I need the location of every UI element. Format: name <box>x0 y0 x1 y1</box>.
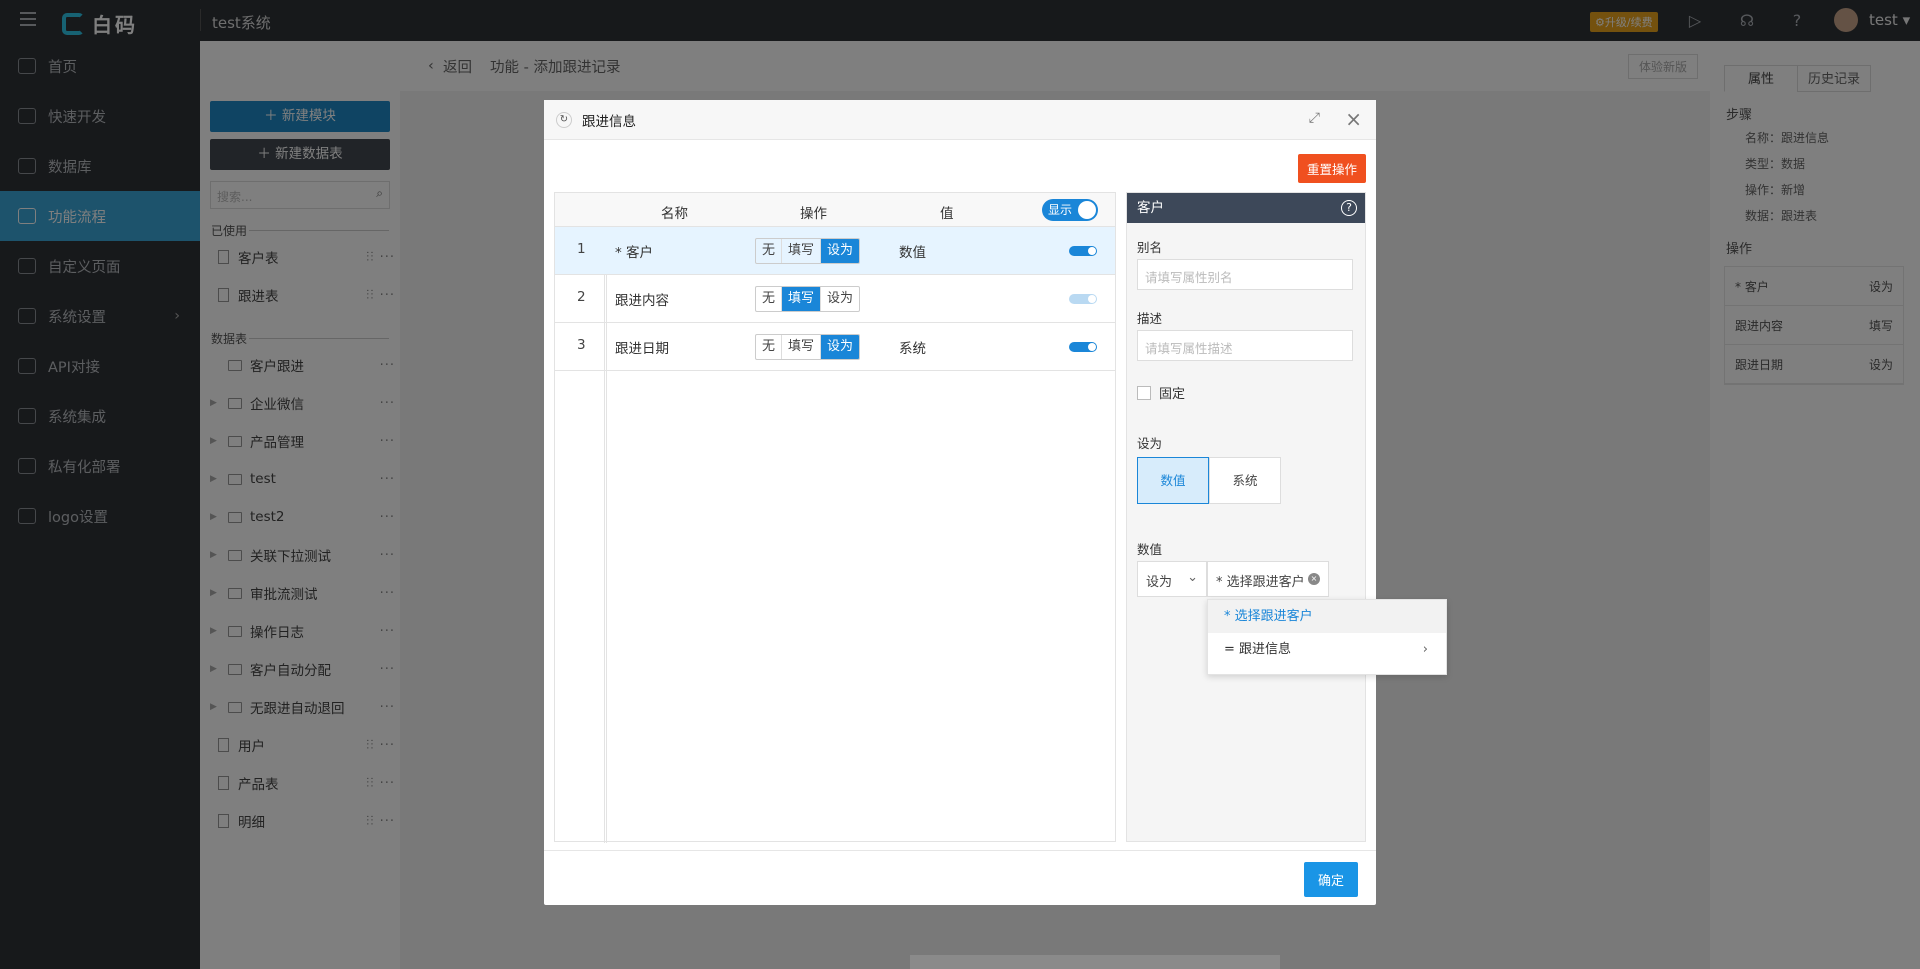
op-set[interactable]: 设为 <box>820 335 860 359</box>
alias-input[interactable]: 请填写属性别名 <box>1137 259 1353 290</box>
horizontal-scrollbar[interactable] <box>910 955 1280 969</box>
value-dropdown: * 选择跟进客户 = 跟进信息 › <box>1207 599 1447 675</box>
op-none[interactable]: 无 <box>756 335 781 359</box>
row-name: 跟进日期 <box>615 341 669 357</box>
table-header: 名称 操作 值 显示 <box>555 193 1115 227</box>
confirm-button[interactable]: 确定 <box>1303 862 1358 897</box>
row-name: * 客户 <box>615 245 654 261</box>
desc-label: 描述 <box>1137 311 1163 326</box>
op-fill[interactable]: 填写 <box>781 239 820 263</box>
fixed-label: 固定 <box>1159 387 1186 402</box>
op-none[interactable]: 无 <box>756 239 781 263</box>
dropdown-item-label: = 跟进信息 <box>1224 642 1292 657</box>
follow-up-dialog: ↻ 跟进信息 ⤢ × 重置操作 名称 操作 值 显示 1 * 客户 无填写 设为 … <box>544 100 1376 905</box>
clear-icon[interactable]: × <box>1308 573 1320 585</box>
row-index: 3 <box>577 337 586 353</box>
close-icon[interactable]: × <box>1345 107 1362 131</box>
op-segment: 无填写 设为 <box>755 286 861 312</box>
row-toggle[interactable] <box>1069 294 1097 304</box>
dialog-title: 跟进信息 <box>582 113 636 130</box>
expand-icon[interactable]: ⤢ <box>1309 110 1320 126</box>
op-fill[interactable]: 填写 <box>781 335 820 359</box>
mode-select[interactable]: 设为 ⌄ <box>1137 561 1207 597</box>
property-panel: 客户? 别名 请填写属性别名 描述 请填写属性描述 固定 设为 数值 系统 数值 … <box>1126 192 1366 842</box>
mode-select-value: 设为 <box>1146 575 1173 590</box>
value-label: 数值 <box>1137 542 1163 557</box>
value-select[interactable]: * 选择跟进客户 × <box>1207 561 1329 597</box>
alias-label: 别名 <box>1137 240 1163 255</box>
show-toggle-label: 显示 <box>1048 203 1073 217</box>
card-system[interactable]: 系统 <box>1209 457 1281 504</box>
col-value: 值 <box>940 206 954 222</box>
chevron-right-icon: › <box>1422 642 1428 657</box>
property-title: 客户 <box>1137 200 1164 216</box>
desc-input[interactable]: 请填写属性描述 <box>1137 330 1353 361</box>
dialog-header: ↻ 跟进信息 ⤢ × <box>544 100 1376 140</box>
op-set[interactable]: 设为 <box>820 287 859 311</box>
op-none[interactable]: 无 <box>756 287 781 311</box>
chevron-down-icon: ⌄ <box>1187 570 1198 585</box>
checkbox-icon[interactable] <box>1137 385 1151 400</box>
row-value: 系统 <box>899 341 926 357</box>
refresh-icon[interactable]: ↻ <box>556 111 572 128</box>
table-row[interactable]: 2 跟进内容 无填写 设为 <box>555 275 1115 323</box>
row-value: 数值 <box>899 245 926 261</box>
op-set[interactable]: 设为 <box>820 239 860 263</box>
dropdown-item[interactable]: * 选择跟进客户 <box>1208 600 1446 633</box>
col-op: 操作 <box>800 206 827 222</box>
help-icon[interactable]: ? <box>1341 200 1357 216</box>
row-index: 2 <box>577 289 586 305</box>
field-table: 名称 操作 值 显示 1 * 客户 无填写 设为 数值 2 跟进内容 无填写 设为 … <box>554 192 1116 843</box>
row-name: 跟进内容 <box>615 293 669 309</box>
value-select-value: * 选择跟进客户 <box>1216 575 1305 590</box>
setas-label: 设为 <box>1137 436 1163 451</box>
reset-button[interactable]: 重置操作 <box>1297 154 1366 183</box>
property-header: 客户? <box>1127 193 1365 223</box>
row-toggle[interactable] <box>1069 246 1097 256</box>
op-segment: 无填写 设为 <box>755 334 861 360</box>
dropdown-item[interactable]: = 跟进信息 › <box>1208 633 1446 666</box>
op-segment: 无填写 设为 <box>755 238 861 264</box>
card-value[interactable]: 数值 <box>1137 457 1209 504</box>
show-toggle[interactable]: 显示 <box>1042 199 1098 221</box>
fixed-checkbox[interactable]: 固定 <box>1137 383 1185 402</box>
op-fill[interactable]: 填写 <box>781 287 821 311</box>
col-name: 名称 <box>661 206 688 222</box>
row-toggle[interactable] <box>1069 342 1097 352</box>
row-index: 1 <box>577 241 586 257</box>
table-row[interactable]: 3 跟进日期 无填写 设为 系统 <box>555 323 1115 371</box>
table-row[interactable]: 1 * 客户 无填写 设为 数值 <box>555 227 1115 275</box>
